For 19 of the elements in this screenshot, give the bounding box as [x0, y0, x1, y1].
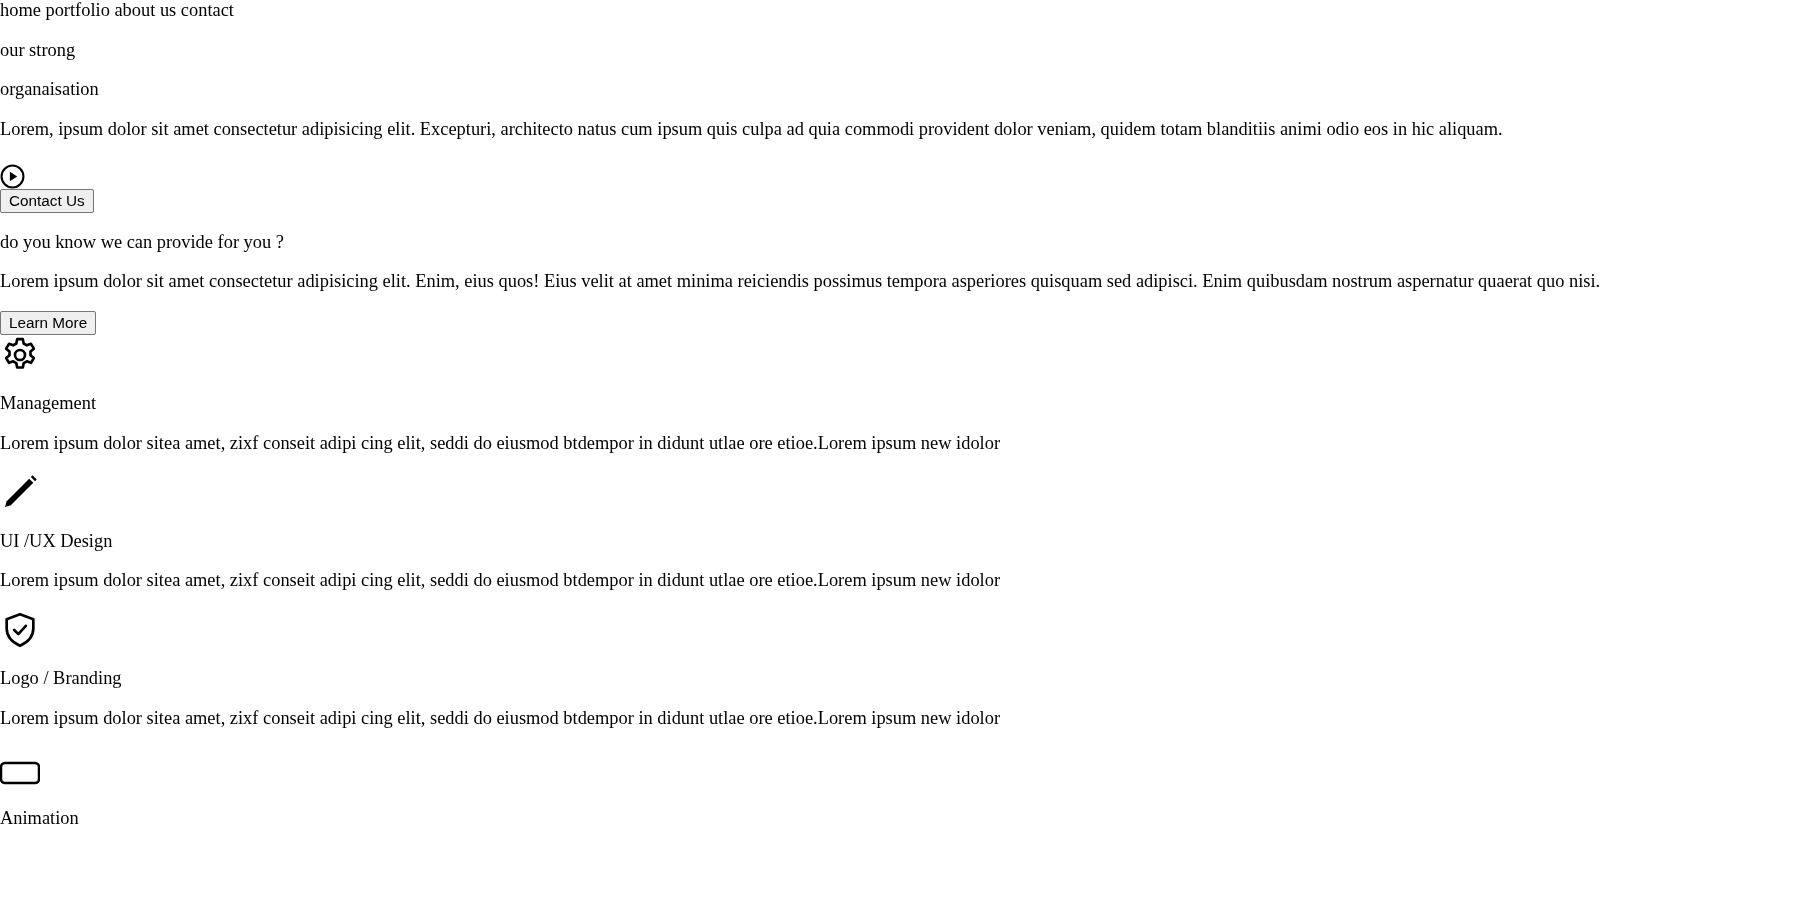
service-text: Lorem ipsum dolor sitea amet, zixf conseit adipi cing elit, seddi do eiusmod btdempor in didunt utlae ore etioe.Lorem ipsum new idolor [0, 432, 1002, 454]
nav-link[interactable]: contact [180, 0, 234, 20]
learn-more-button[interactable]: Learn More [0, 310, 97, 335]
hero-text: Lorem, ipsum dolor sit amet consectetur adipisicing elit. Excepturi, architecto natus cum ipsum quis culpa ad quia commodi provident dolor veniam, quidem totam blanditiis animi odio eos in hic aliquam. [0, 118, 1504, 140]
nav-link[interactable]: home [0, 0, 41, 20]
hero-title: our strong [0, 39, 77, 61]
hero-title: organaisation [0, 79, 100, 101]
service-title: Management [0, 393, 97, 415]
nav-link[interactable]: portfolio [45, 0, 110, 20]
service-text: Lorem ipsum dolor sitea amet, zixf conseit adipi cing elit, seddi do eiusmod btdempor in didunt utlae ore etioe.Lorem ipsum new idolor [0, 707, 1002, 729]
section-text: Lorem ipsum dolor sit amet consectetur adipisicing elit. Enim, eius quos! Eius velit at amet minima reiciendis possimus tempora asperiores quisquam sed adipisci. Enim quibusdam nostrum aspernatur quaerat quo nisi. [0, 271, 1602, 293]
play-icon[interactable] [0, 164, 25, 190]
section-heading: do you know we can provide for you ? [0, 231, 285, 253]
nav-link[interactable]: about us [114, 0, 177, 20]
service-title: Logo / Branding [0, 668, 123, 690]
service-text: Lorem ipsum dolor sitea amet, zixf conseit adipi cing elit, seddi do eiusmod btdempor in didunt utlae ore etioe.Lorem ipsum new idolor [0, 570, 1002, 592]
service-title: UI /UX Design [0, 530, 114, 552]
service-title: Animation [0, 807, 80, 829]
contact-us-button[interactable]: Contact Us [0, 189, 94, 214]
